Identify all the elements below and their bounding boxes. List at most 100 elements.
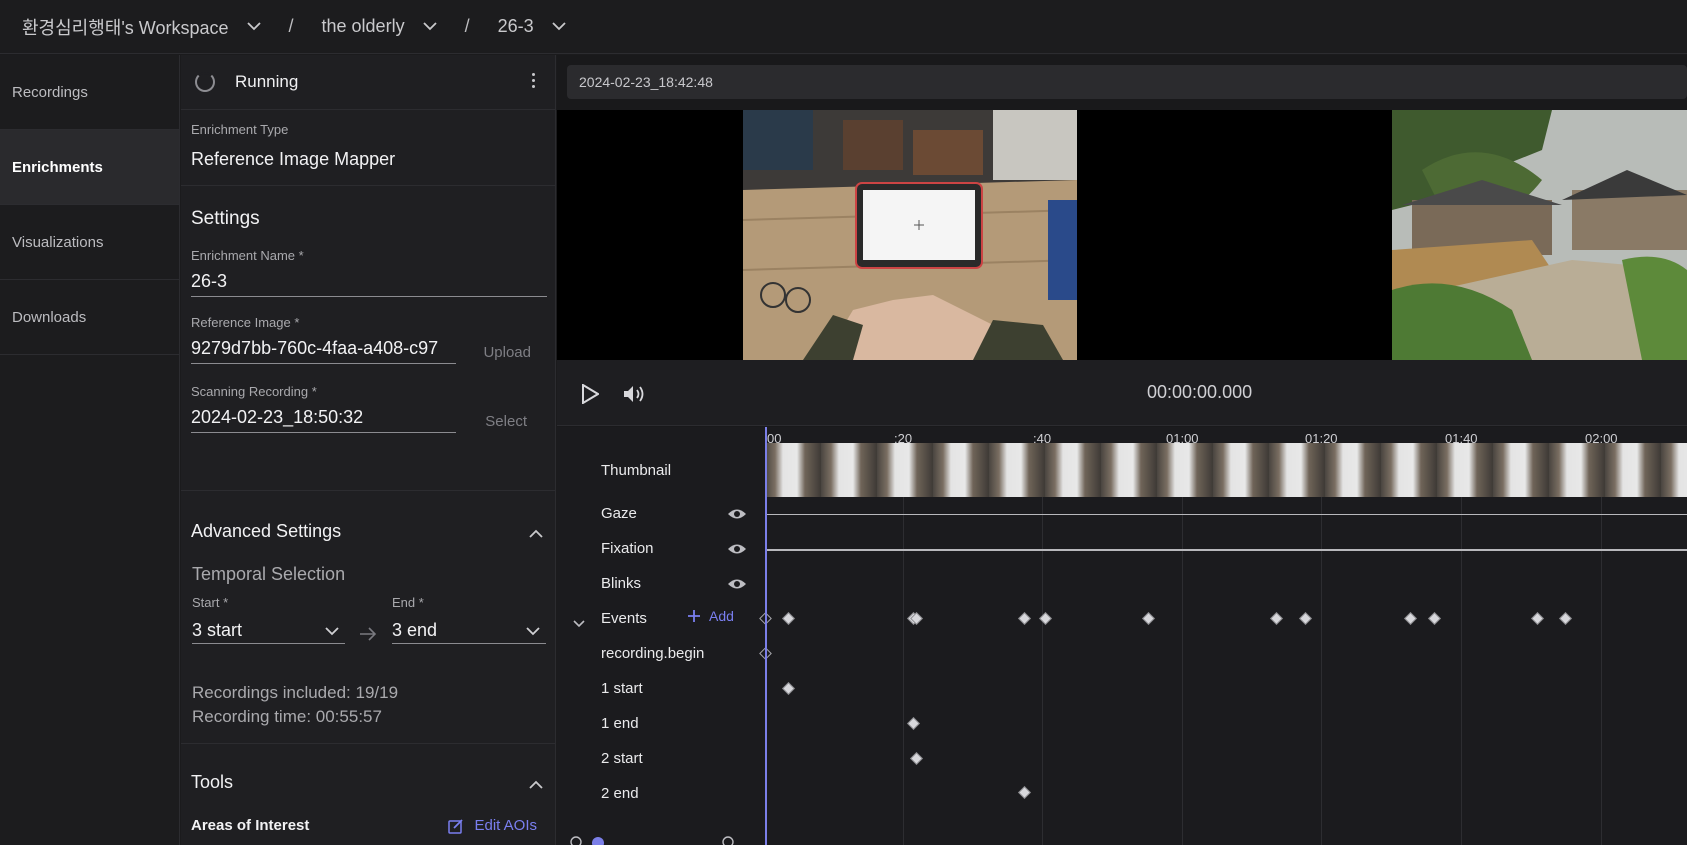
track-thumbnail-label: Thumbnail [601, 462, 672, 479]
more-options-icon[interactable] [532, 73, 535, 88]
eye-icon[interactable] [727, 507, 747, 526]
event-marker[interactable] [782, 682, 795, 695]
nav-item-visualizations[interactable]: Visualizations [0, 205, 179, 280]
event-row-label: 1 start [601, 680, 643, 697]
nav-item-enrichments[interactable]: Enrichments [0, 130, 179, 205]
areas-of-interest-label: Areas of Interest [191, 817, 310, 834]
advanced-settings-section: Advanced Settings Temporal Selection Sta… [181, 491, 555, 744]
event-marker[interactable] [1018, 786, 1031, 799]
eye-icon[interactable] [727, 577, 747, 596]
event-marker[interactable] [1559, 612, 1572, 625]
play-icon[interactable] [581, 383, 600, 409]
zoom-out-icon[interactable] [569, 835, 583, 845]
breadcrumb-separator: / [288, 16, 294, 36]
breadcrumb-separator: / [464, 16, 470, 36]
grid-line [1182, 443, 1183, 845]
add-event-button[interactable]: Add [687, 608, 734, 624]
event-row-label: recording.begin [601, 645, 705, 662]
enrichment-name-field[interactable]: 26-3 [191, 263, 547, 297]
reference-image-field[interactable]: 9279d7bb-760c-4faa-a408-c97 [191, 330, 456, 364]
scene-video-image [743, 110, 1077, 360]
end-value: 3 end [392, 620, 438, 640]
zoom-slider-handle[interactable] [592, 837, 604, 845]
event-marker[interactable] [1270, 612, 1283, 625]
event-marker[interactable] [1531, 612, 1544, 625]
event-marker[interactable] [1428, 612, 1441, 625]
chevron-down-icon[interactable] [573, 615, 585, 633]
enrichment-type-section: Enrichment Type Reference Image Mapper [181, 110, 555, 186]
left-navigation: Recordings Enrichments Visualizations Do… [0, 55, 180, 845]
track-blinks-label: Blinks [601, 575, 642, 592]
playhead[interactable] [765, 427, 767, 845]
start-select[interactable]: Start * 3 start [192, 595, 345, 644]
scanning-recording-value: 2024-02-23_18:50:32 [191, 407, 364, 427]
track-fixation-label: Fixation [601, 540, 654, 557]
fixation-track-line [765, 549, 1687, 551]
edit-aois-label: Edit AOIs [474, 817, 537, 834]
chevron-down-icon[interactable] [551, 20, 566, 34]
scanning-recording-field[interactable]: 2024-02-23_18:50:32 [191, 399, 456, 433]
event-marker[interactable] [910, 752, 923, 765]
edit-aois-button[interactable]: Edit AOIs [448, 817, 537, 834]
spinner-icon [195, 72, 215, 92]
chevron-up-icon[interactable] [529, 776, 543, 794]
event-row-label: 2 end [601, 785, 639, 802]
recordings-included: Recordings included: 19/19 [192, 683, 399, 702]
grid-line [1042, 443, 1043, 845]
settings-title: Settings [191, 208, 260, 229]
end-select-box: 3 end [392, 610, 546, 644]
grid-line [1461, 443, 1462, 845]
breadcrumb-workspace[interactable]: 환경심리행태's Workspace [22, 14, 261, 40]
plus-icon [688, 610, 700, 622]
tools-title[interactable]: Tools [191, 772, 545, 793]
event-marker[interactable] [782, 612, 795, 625]
event-marker[interactable] [1404, 612, 1417, 625]
reference-image-label: Reference Image * [191, 315, 300, 330]
event-marker[interactable] [1142, 612, 1155, 625]
breadcrumb-project[interactable]: the olderly [322, 16, 437, 37]
event-marker[interactable] [1018, 612, 1031, 625]
chevron-down-icon[interactable] [422, 20, 437, 34]
volume-icon[interactable] [623, 384, 647, 409]
status-text: Running [235, 72, 299, 91]
end-label: End * [392, 595, 424, 610]
recording-title-bar: 2024-02-23_18:42:48 [567, 65, 1687, 99]
status-row: Running [181, 55, 555, 110]
track-events-label: Events [601, 610, 647, 627]
top-bar: 환경심리행태's Workspace / the olderly / 26-3 [0, 0, 1687, 54]
event-marker[interactable] [1299, 612, 1312, 625]
reference-image-value: 9279d7bb-760c-4faa-a408-c97 [191, 338, 439, 358]
reference-image-thumbnail [1392, 110, 1687, 360]
chevron-down-icon[interactable] [246, 20, 261, 34]
recording-time: Recording time: 00:55:57 [192, 707, 382, 726]
chevron-up-icon[interactable] [529, 525, 543, 543]
thumbnail-strip[interactable] [765, 443, 1687, 497]
enrichment-name-label: Enrichment Name * [191, 248, 304, 263]
nav-item-recordings[interactable]: Recordings [0, 55, 179, 130]
start-label: Start * [192, 595, 229, 610]
grid-line [903, 443, 904, 845]
nav-item-downloads[interactable]: Downloads [0, 280, 179, 355]
gaze-track-line [765, 514, 1687, 515]
video-frame[interactable] [557, 110, 1687, 360]
event-row-label: 1 end [601, 715, 639, 732]
select-button[interactable]: Select [485, 413, 527, 430]
tools-section: Tools Areas of Interest Edit AOIs [181, 744, 555, 834]
enrichment-name-value: 26-3 [191, 271, 228, 291]
temporal-selection-title: Temporal Selection [192, 564, 346, 584]
event-marker[interactable] [907, 717, 920, 730]
arrow-right-icon [359, 627, 377, 646]
advanced-settings-title[interactable]: Advanced Settings [191, 521, 545, 542]
start-value: 3 start [192, 620, 243, 640]
enrichment-crumb-name: 26-3 [497, 16, 534, 36]
zoom-in-icon[interactable] [721, 835, 735, 845]
upload-button[interactable]: Upload [483, 344, 531, 361]
edit-icon [448, 818, 464, 834]
grid-line [1321, 443, 1322, 845]
scanning-recording-row: 2024-02-23_18:50:32 Select [191, 399, 545, 435]
event-row-label: 2 start [601, 750, 643, 767]
end-select[interactable]: End * 3 end [392, 595, 546, 644]
eye-icon[interactable] [727, 542, 747, 561]
grid-line [1601, 443, 1602, 845]
breadcrumb-enrichment[interactable]: 26-3 [498, 16, 566, 37]
